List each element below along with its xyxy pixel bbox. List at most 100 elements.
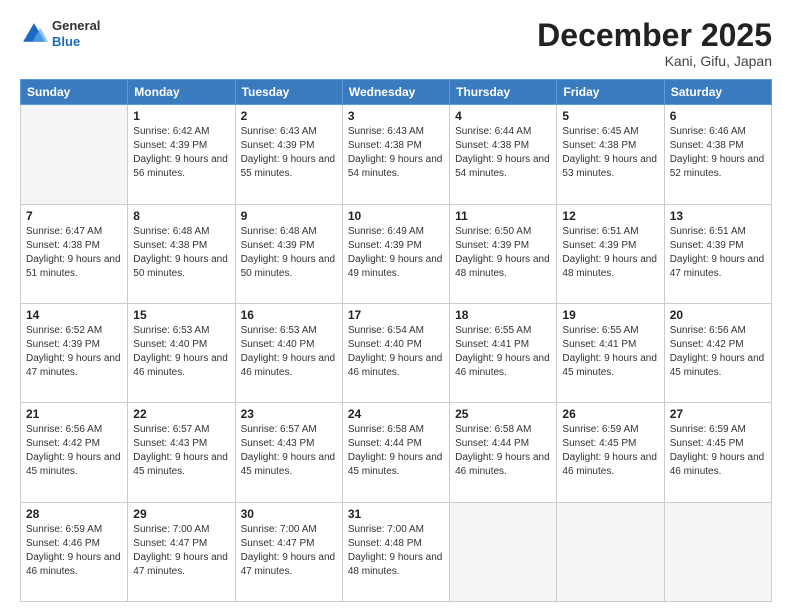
calendar-cell: 28 Sunrise: 6:59 AMSunset: 4:46 PMDayligh… xyxy=(21,502,128,601)
day-info: Sunrise: 6:55 AMSunset: 4:41 PMDaylight:… xyxy=(562,324,658,380)
weekday-header: Monday xyxy=(128,80,235,105)
weekday-header: Friday xyxy=(557,80,664,105)
day-number: 2 xyxy=(241,109,337,123)
calendar-cell: 29 Sunrise: 7:00 AMSunset: 4:47 PMDayligh… xyxy=(128,502,235,601)
calendar-header: SundayMondayTuesdayWednesdayThursdayFrid… xyxy=(21,80,772,105)
weekday-row: SundayMondayTuesdayWednesdayThursdayFrid… xyxy=(21,80,772,105)
day-info: Sunrise: 6:48 AMSunset: 4:39 PMDaylight:… xyxy=(241,225,337,281)
weekday-header: Saturday xyxy=(664,80,771,105)
day-info: Sunrise: 6:43 AMSunset: 4:39 PMDaylight:… xyxy=(241,125,337,181)
calendar-cell: 20Sunrise: 6:56 AMSunset: 4:42 PMDayligh… xyxy=(664,303,771,402)
day-info: Sunrise: 6:48 AMSunset: 4:38 PMDaylight:… xyxy=(133,225,229,281)
day-info: Sunrise: 6:59 AMSunset: 4:46 PMDaylight:… xyxy=(26,523,122,579)
day-number: 16 xyxy=(241,308,337,322)
weekday-header: Thursday xyxy=(450,80,557,105)
day-number: 10 xyxy=(348,209,444,223)
calendar-cell: 25Sunrise: 6:58 AMSunset: 4:44 PMDayligh… xyxy=(450,403,557,502)
day-info: Sunrise: 6:57 AMSunset: 4:43 PMDaylight:… xyxy=(133,423,229,479)
day-info: Sunrise: 6:54 AMSunset: 4:40 PMDaylight:… xyxy=(348,324,444,380)
day-number: 28 xyxy=(26,507,122,521)
calendar-cell: 21Sunrise: 6:56 AMSunset: 4:42 PMDayligh… xyxy=(21,403,128,502)
day-number: 19 xyxy=(562,308,658,322)
day-number: 7 xyxy=(26,209,122,223)
calendar-week-row: 28 Sunrise: 6:59 AMSunset: 4:46 PMDayligh… xyxy=(21,502,772,601)
logo-text: General Blue xyxy=(52,18,100,49)
calendar-cell: 6Sunrise: 6:46 AMSunset: 4:38 PMDaylight… xyxy=(664,105,771,204)
day-info: Sunrise: 6:49 AMSunset: 4:39 PMDaylight:… xyxy=(348,225,444,281)
day-info: Sunrise: 6:42 AMSunset: 4:39 PMDaylight:… xyxy=(133,125,229,181)
calendar-cell: 4 Sunrise: 6:44 AMSunset: 4:38 PMDaylight… xyxy=(450,105,557,204)
calendar-cell: 9 Sunrise: 6:48 AMSunset: 4:39 PMDaylight… xyxy=(235,204,342,303)
day-number: 1 xyxy=(133,109,229,123)
calendar-cell: 23 Sunrise: 6:57 AMSunset: 4:43 PMDayligh… xyxy=(235,403,342,502)
day-number: 26 xyxy=(562,407,658,421)
day-info: Sunrise: 6:52 AMSunset: 4:39 PMDaylight:… xyxy=(26,324,122,380)
day-number: 4 xyxy=(455,109,551,123)
calendar-cell: 14 Sunrise: 6:52 AMSunset: 4:39 PMDayligh… xyxy=(21,303,128,402)
calendar-cell: 18Sunrise: 6:55 AMSunset: 4:41 PMDayligh… xyxy=(450,303,557,402)
calendar-body: 1 Sunrise: 6:42 AMSunset: 4:39 PMDaylight… xyxy=(21,105,772,602)
day-number: 27 xyxy=(670,407,766,421)
calendar-cell: 26 Sunrise: 6:59 AMSunset: 4:45 PMDayligh… xyxy=(557,403,664,502)
calendar-cell: 7Sunrise: 6:47 AMSunset: 4:38 PMDaylight… xyxy=(21,204,128,303)
day-number: 6 xyxy=(670,109,766,123)
day-info: Sunrise: 6:44 AMSunset: 4:38 PMDaylight:… xyxy=(455,125,551,181)
weekday-header: Tuesday xyxy=(235,80,342,105)
day-number: 12 xyxy=(562,209,658,223)
calendar-cell: 27 Sunrise: 6:59 AMSunset: 4:45 PMDayligh… xyxy=(664,403,771,502)
calendar-week-row: 21Sunrise: 6:56 AMSunset: 4:42 PMDayligh… xyxy=(21,403,772,502)
calendar-cell xyxy=(557,502,664,601)
day-info: Sunrise: 6:43 AMSunset: 4:38 PMDaylight:… xyxy=(348,125,444,181)
calendar-cell xyxy=(21,105,128,204)
page: General Blue December 2025 Kani, Gifu, J… xyxy=(0,0,792,612)
day-info: Sunrise: 7:00 AMSunset: 4:47 PMDaylight:… xyxy=(241,523,337,579)
calendar-cell xyxy=(450,502,557,601)
day-number: 30 xyxy=(241,507,337,521)
day-number: 3 xyxy=(348,109,444,123)
day-info: Sunrise: 7:00 AMSunset: 4:47 PMDaylight:… xyxy=(133,523,229,579)
weekday-header: Wednesday xyxy=(342,80,449,105)
calendar-cell: 31 Sunrise: 7:00 AMSunset: 4:48 PMDayligh… xyxy=(342,502,449,601)
day-info: Sunrise: 6:51 AMSunset: 4:39 PMDaylight:… xyxy=(562,225,658,281)
calendar-cell: 12 Sunrise: 6:51 AMSunset: 4:39 PMDayligh… xyxy=(557,204,664,303)
calendar-cell: 13 Sunrise: 6:51 AMSunset: 4:39 PMDayligh… xyxy=(664,204,771,303)
day-info: Sunrise: 6:58 AMSunset: 4:44 PMDaylight:… xyxy=(348,423,444,479)
location: Kani, Gifu, Japan xyxy=(537,53,772,69)
calendar-cell xyxy=(664,502,771,601)
day-number: 23 xyxy=(241,407,337,421)
day-number: 22 xyxy=(133,407,229,421)
calendar-cell: 8Sunrise: 6:48 AMSunset: 4:38 PMDaylight… xyxy=(128,204,235,303)
calendar-cell: 15Sunrise: 6:53 AMSunset: 4:40 PMDayligh… xyxy=(128,303,235,402)
calendar-cell: 5 Sunrise: 6:45 AMSunset: 4:38 PMDaylight… xyxy=(557,105,664,204)
calendar-cell: 1 Sunrise: 6:42 AMSunset: 4:39 PMDaylight… xyxy=(128,105,235,204)
day-number: 13 xyxy=(670,209,766,223)
logo-blue: Blue xyxy=(52,34,100,50)
day-number: 31 xyxy=(348,507,444,521)
calendar-table: SundayMondayTuesdayWednesdayThursdayFrid… xyxy=(20,79,772,602)
day-info: Sunrise: 6:51 AMSunset: 4:39 PMDaylight:… xyxy=(670,225,766,281)
month-title: December 2025 xyxy=(537,18,772,53)
day-number: 11 xyxy=(455,209,551,223)
day-number: 5 xyxy=(562,109,658,123)
calendar-cell: 30 Sunrise: 7:00 AMSunset: 4:47 PMDayligh… xyxy=(235,502,342,601)
day-info: Sunrise: 6:45 AMSunset: 4:38 PMDaylight:… xyxy=(562,125,658,181)
day-info: Sunrise: 6:59 AMSunset: 4:45 PMDaylight:… xyxy=(562,423,658,479)
day-number: 18 xyxy=(455,308,551,322)
day-number: 29 xyxy=(133,507,229,521)
day-info: Sunrise: 6:59 AMSunset: 4:45 PMDaylight:… xyxy=(670,423,766,479)
day-number: 14 xyxy=(26,308,122,322)
day-number: 20 xyxy=(670,308,766,322)
day-info: Sunrise: 6:56 AMSunset: 4:42 PMDaylight:… xyxy=(26,423,122,479)
calendar-week-row: 1 Sunrise: 6:42 AMSunset: 4:39 PMDaylight… xyxy=(21,105,772,204)
calendar-cell: 2 Sunrise: 6:43 AMSunset: 4:39 PMDaylight… xyxy=(235,105,342,204)
day-number: 9 xyxy=(241,209,337,223)
title-block: December 2025 Kani, Gifu, Japan xyxy=(537,18,772,69)
calendar-cell: 19 Sunrise: 6:55 AMSunset: 4:41 PMDayligh… xyxy=(557,303,664,402)
logo-general: General xyxy=(52,18,100,34)
day-number: 17 xyxy=(348,308,444,322)
calendar-cell: 11Sunrise: 6:50 AMSunset: 4:39 PMDayligh… xyxy=(450,204,557,303)
day-info: Sunrise: 6:53 AMSunset: 4:40 PMDaylight:… xyxy=(241,324,337,380)
day-info: Sunrise: 6:57 AMSunset: 4:43 PMDaylight:… xyxy=(241,423,337,479)
weekday-header: Sunday xyxy=(21,80,128,105)
day-info: Sunrise: 7:00 AMSunset: 4:48 PMDaylight:… xyxy=(348,523,444,579)
